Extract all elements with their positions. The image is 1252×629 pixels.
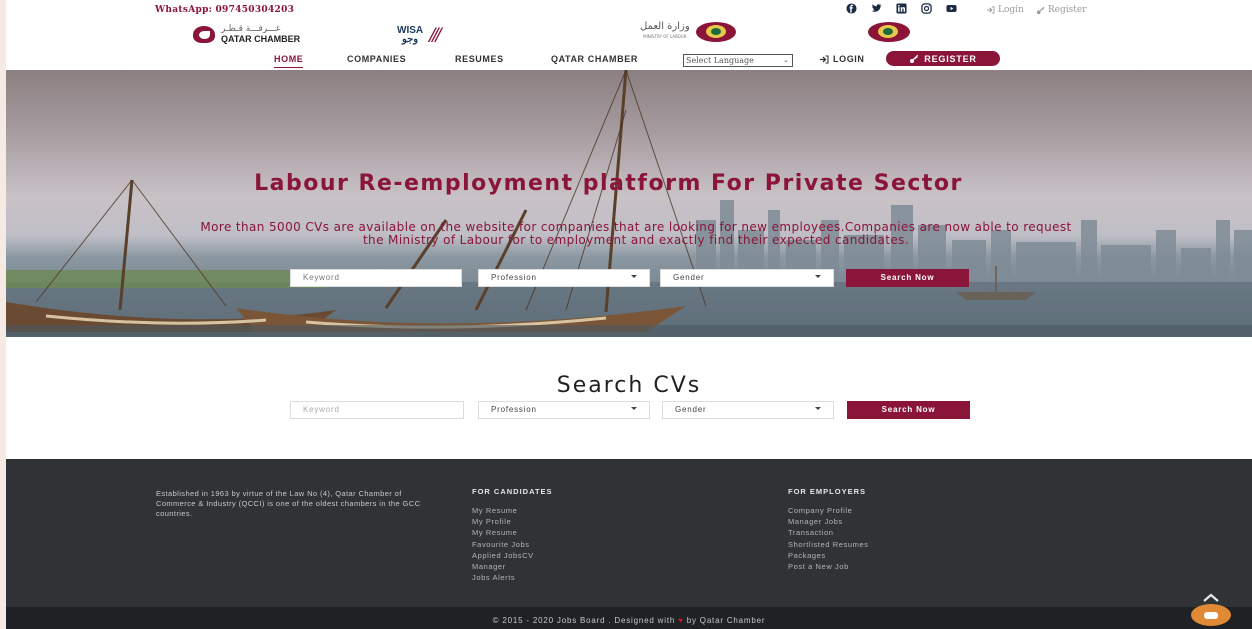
- footer-link-manager[interactable]: Manager: [472, 561, 534, 572]
- caret-down-icon: [815, 407, 821, 410]
- hero-search-button[interactable]: Search Now: [846, 269, 969, 287]
- whatsapp-number: 097450304203: [215, 5, 295, 15]
- footer-link-my-resume-2[interactable]: My Resume: [472, 527, 534, 538]
- heart-icon: ♥: [678, 616, 684, 625]
- copyright: © 2015 - 2020 Jobs Board . Designed with…: [6, 616, 1252, 625]
- hero-gender-select[interactable]: Gender: [660, 269, 834, 287]
- ministry-arabic: وزارة العمل: [640, 21, 690, 32]
- instagram-icon[interactable]: [921, 3, 932, 14]
- chat-button[interactable]: [1191, 604, 1231, 626]
- register-button[interactable]: REGISTER: [886, 51, 1000, 66]
- twitter-icon[interactable]: [871, 3, 882, 14]
- hero-subtitle: More than 5000 CVs are available on the …: [200, 220, 1072, 247]
- sign-in-icon: [986, 6, 995, 14]
- top-account-links: Login Register: [986, 5, 1086, 15]
- key-icon: [1036, 6, 1045, 14]
- footer-candidates-heading: FOR CANDIDATES: [472, 487, 553, 496]
- linkedin-icon[interactable]: [896, 3, 907, 14]
- top-register-label: Register: [1047, 5, 1087, 15]
- chevron-down-icon: ⌄: [783, 56, 789, 64]
- footer-employers-list: Company Profile Manager Jobs Transaction…: [788, 505, 869, 572]
- hero-profession-value: Profession: [491, 273, 537, 282]
- ministry-wordmark: وزارة العمل MINISTRY OF LABOUR: [640, 22, 690, 42]
- hero-keyword-placeholder: Keyword: [303, 273, 340, 282]
- footer-link-company-profile[interactable]: Company Profile: [788, 505, 869, 516]
- ministry-english: MINISTRY OF LABOUR: [643, 34, 687, 39]
- cv-profession-value: Profession: [491, 405, 537, 414]
- state-emblem-logo: [868, 22, 910, 42]
- nav-home[interactable]: HOME: [274, 54, 304, 68]
- cv-gender-select[interactable]: Gender: [662, 401, 834, 419]
- footer-link-transaction[interactable]: Transaction: [788, 527, 869, 538]
- qatar-chamber-emblem-icon: [193, 25, 215, 43]
- qatar-chamber-english: QATAR CHAMBER: [221, 34, 301, 44]
- cv-keyword-placeholder: Keyword: [303, 405, 340, 414]
- footer-link-shortlisted-resumes[interactable]: Shortlisted Resumes: [788, 539, 869, 550]
- whatsapp-label: WhatsApp:: [155, 5, 213, 15]
- page: WhatsApp: 097450304203 Login Register غـ…: [6, 0, 1252, 629]
- hero-profession-select[interactable]: Profession: [478, 269, 650, 287]
- caret-down-icon: [631, 407, 637, 410]
- top-login-link[interactable]: Login: [986, 5, 1024, 15]
- dhow-harbour-image: [6, 70, 1252, 337]
- footer-link-my-resume[interactable]: My Resume: [472, 505, 534, 516]
- language-select-value: Select Language: [686, 56, 754, 65]
- qatar-chamber-wordmark: غـــرفـــة قـطـر QATAR CHAMBER: [221, 24, 300, 44]
- footer-link-jobs-alerts[interactable]: Jobs Alerts: [472, 572, 534, 583]
- search-cvs-title: Search CVs: [556, 373, 702, 398]
- footer-link-post-job[interactable]: Post a New Job: [788, 561, 869, 572]
- footer-link-manager-jobs[interactable]: Manager Jobs: [788, 516, 869, 527]
- facebook-icon[interactable]: [846, 3, 857, 14]
- sign-in-icon: [820, 54, 829, 64]
- footer-about-text: Established in 1963 by virtue of the Law…: [156, 489, 421, 518]
- wisa-arabic: وجو: [401, 34, 419, 45]
- caret-down-icon: [815, 275, 821, 278]
- footer-link-favourite-jobs[interactable]: Favourite Jobs: [472, 539, 534, 550]
- cv-gender-value: Gender: [675, 405, 707, 414]
- top-register-link[interactable]: Register: [1036, 5, 1087, 15]
- nav-companies[interactable]: COMPANIES: [347, 54, 406, 64]
- footer-employers-heading: FOR EMPLOYERS: [788, 487, 867, 496]
- qatar-chamber-logo[interactable]: غـــرفـــة قـطـر QATAR CHAMBER: [193, 24, 300, 44]
- key-icon: [910, 54, 919, 63]
- caret-down-icon: [631, 275, 637, 278]
- youtube-icon[interactable]: [946, 3, 957, 14]
- top-login-label: Login: [998, 5, 1024, 15]
- wisa-wordmark: WISA وجو: [397, 26, 423, 45]
- whatsapp-contact[interactable]: WhatsApp: 097450304203: [155, 5, 294, 15]
- copyright-text-start: © 2015 - 2020 Jobs Board . Designed with: [492, 616, 676, 625]
- footer-candidates-list: My Resume My Profile My Resume Favourite…: [472, 505, 534, 583]
- ministry-of-labour-logo[interactable]: وزارة العمل MINISTRY OF LABOUR: [640, 22, 736, 42]
- qatar-chamber-arabic: غـــرفـــة قـطـر: [221, 24, 281, 34]
- wisa-logo[interactable]: WISA وجو ///: [397, 22, 442, 48]
- top-bar: WhatsApp: 097450304203 Login Register: [6, 0, 1252, 22]
- register-button-label: REGISTER: [924, 53, 977, 64]
- hero-gender-value: Gender: [673, 273, 705, 282]
- cv-search-button[interactable]: Search Now: [847, 401, 970, 419]
- copyright-text-end: by Qatar Chamber: [686, 616, 766, 625]
- nav-resumes[interactable]: RESUMES: [455, 54, 504, 64]
- language-select[interactable]: Select Language ⌄: [683, 54, 793, 67]
- wisa-slash-mark-icon: ///: [429, 22, 441, 47]
- main-nav: HOME COMPANIES RESUMES QATAR CHAMBER Sel…: [6, 50, 1252, 72]
- footer: Established in 1963 by virtue of the Law…: [6, 459, 1252, 607]
- footer-link-packages[interactable]: Packages: [788, 550, 869, 561]
- cv-keyword-input[interactable]: Keyword: [290, 401, 464, 419]
- nav-login-link[interactable]: LOGIN: [819, 54, 865, 64]
- state-emblem-icon: [868, 22, 910, 42]
- hero-title: Labour Re-employment platform For Privat…: [254, 171, 963, 196]
- nav-qatar-chamber[interactable]: QATAR CHAMBER: [551, 54, 638, 64]
- cv-profession-select[interactable]: Profession: [478, 401, 650, 419]
- nav-login-label: LOGIN: [833, 54, 865, 64]
- chat-bubble-icon: [1204, 611, 1218, 619]
- hero-keyword-input[interactable]: Keyword: [290, 269, 462, 287]
- footer-link-my-profile[interactable]: My Profile: [472, 516, 534, 527]
- qatar-emblem-icon: [695, 22, 736, 42]
- hero-banner: Labour Re-employment platform For Privat…: [6, 70, 1252, 337]
- chevron-up-icon: [1203, 593, 1219, 602]
- social-links: [846, 3, 957, 14]
- footer-link-applied-jobs[interactable]: Applied JobsCV: [472, 550, 534, 561]
